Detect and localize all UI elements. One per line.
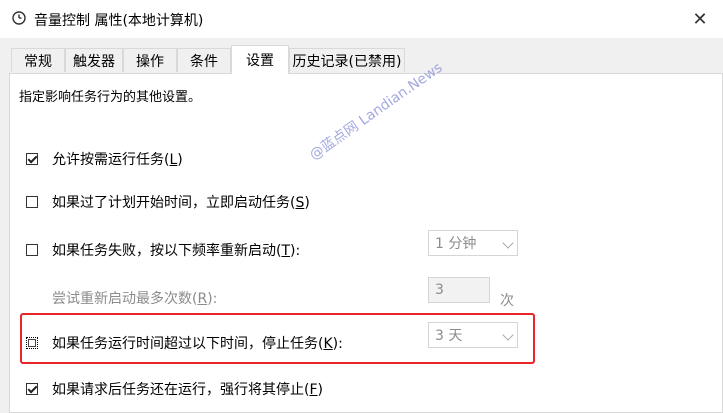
tab-actions[interactable]: 操作 xyxy=(123,48,177,72)
tab-triggers[interactable]: 触发器 xyxy=(65,48,123,72)
restart-on-fail-checkbox[interactable] xyxy=(26,244,38,256)
settings-description: 指定影响任务行为的其他设置。 xyxy=(19,90,202,105)
window-title: 音量控制 属性(本地计算机) xyxy=(34,13,204,29)
force-stop-checkbox[interactable] xyxy=(26,383,38,395)
run-asap-checkbox[interactable] xyxy=(26,196,38,208)
close-button[interactable]: ✕ xyxy=(677,0,723,38)
highlight-box xyxy=(20,313,535,364)
clock-icon xyxy=(12,11,26,25)
allow-on-demand-checkbox[interactable] xyxy=(26,153,38,165)
restart-attempts-row: 尝试重新启动最多次数(R): xyxy=(52,289,217,307)
chevron-down-icon xyxy=(502,237,514,249)
title-bar: 音量控制 属性(本地计算机) ✕ xyxy=(0,0,723,38)
restart-interval-value: 1 分钟 xyxy=(435,236,477,252)
force-stop-row[interactable]: 如果请求后任务还在运行，强行将其停止(F) xyxy=(26,380,323,398)
allow-on-demand-row[interactable]: 允许按需运行任务(L) xyxy=(26,150,183,168)
close-icon: ✕ xyxy=(692,8,708,30)
tab-conditions[interactable]: 条件 xyxy=(177,48,231,72)
tab-strip: 常规 触发器 操作 条件 设置 历史记录(已禁用) xyxy=(0,38,723,74)
run-asap-row[interactable]: 如果过了计划开始时间，立即启动任务(S) xyxy=(26,193,310,211)
restart-attempts-value: 3 xyxy=(435,282,444,298)
force-stop-label: 如果请求后任务还在运行，强行将其停止(F) xyxy=(52,382,323,398)
restart-interval-select[interactable]: 1 分钟 xyxy=(428,230,518,256)
restart-on-fail-row[interactable]: 如果任务失败，按以下频率重新启动(T): xyxy=(26,241,300,259)
allow-on-demand-label: 允许按需运行任务(L) xyxy=(52,152,183,168)
restart-attempts-label: 尝试重新启动最多次数(R): xyxy=(52,291,218,307)
tab-general[interactable]: 常规 xyxy=(11,48,65,72)
tab-settings[interactable]: 设置 xyxy=(231,45,289,74)
tab-history[interactable]: 历史记录(已禁用) xyxy=(289,48,405,72)
run-asap-label: 如果过了计划开始时间，立即启动任务(S) xyxy=(52,195,310,211)
restart-on-fail-label: 如果任务失败，按以下频率重新启动(T): xyxy=(52,243,301,259)
restart-attempts-unit: 次 xyxy=(500,293,514,309)
restart-attempts-stepper[interactable]: 3 xyxy=(428,277,490,303)
